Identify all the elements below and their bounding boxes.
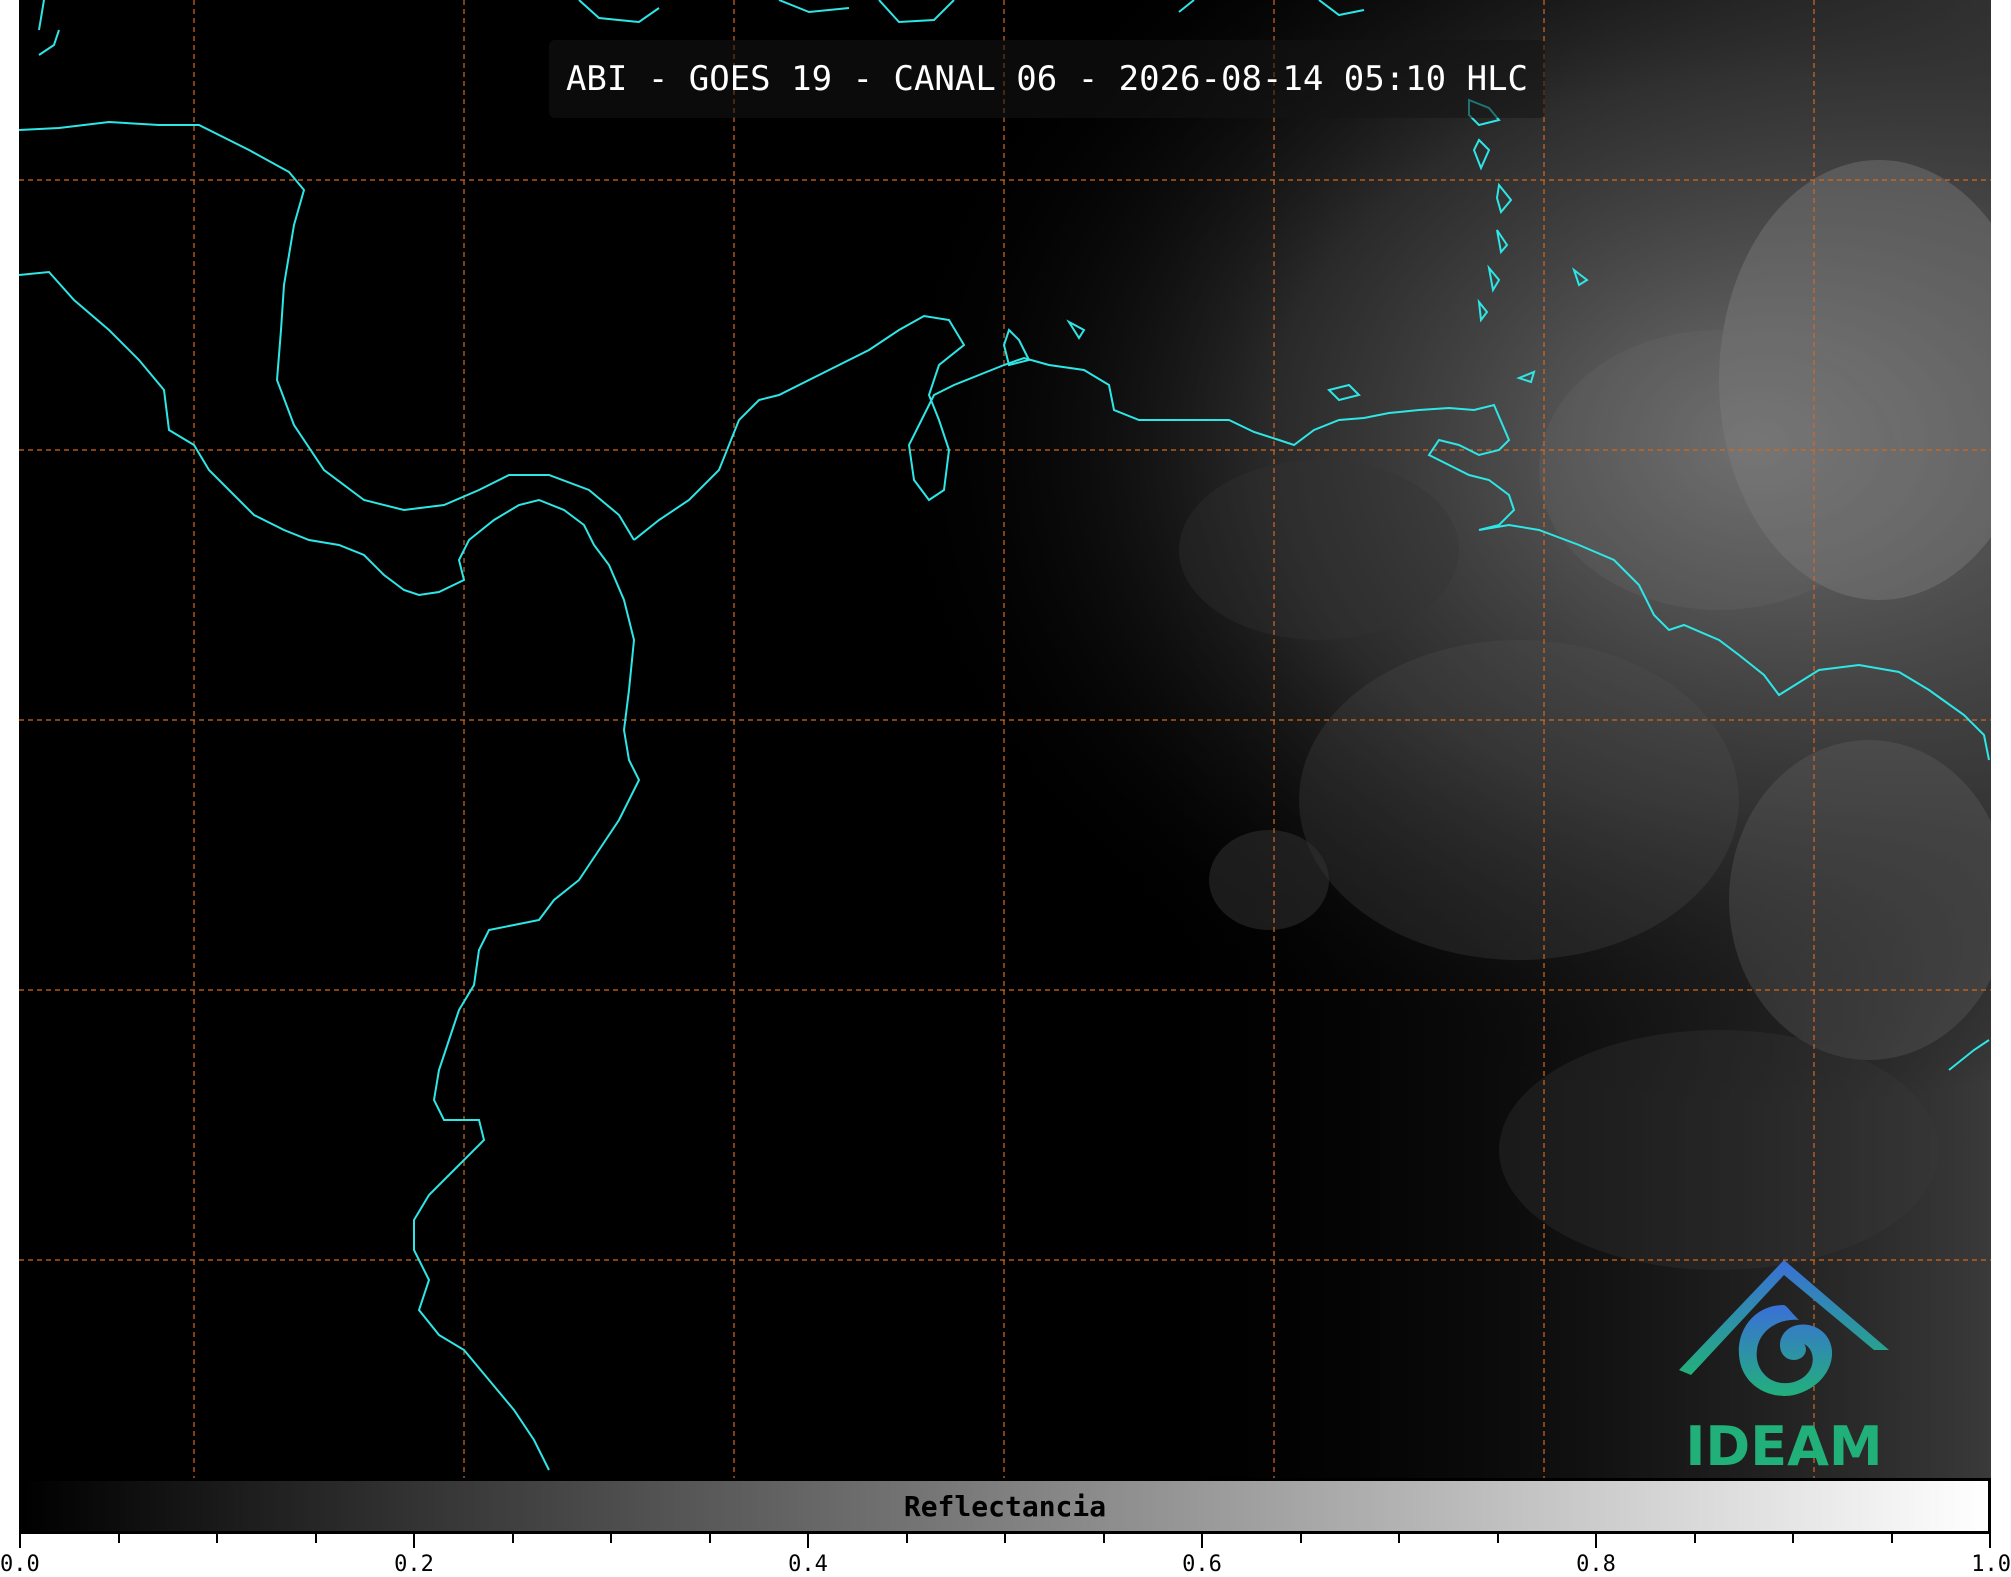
colorbar-label: Reflectancia <box>903 1489 1107 1523</box>
colorbar-tick <box>413 1534 415 1548</box>
colorbar-tick-label: 0.2 <box>394 1552 434 1577</box>
colorbar-tick <box>314 1534 317 1543</box>
colorbar-tick <box>1201 1534 1203 1548</box>
colorbar-tick <box>1792 1534 1794 1543</box>
colorbar-tick <box>1398 1534 1400 1543</box>
colorbar-tick-label: 0.8 <box>1576 1552 1616 1577</box>
colorbar-tick <box>511 1534 514 1543</box>
title-panel: ABI - GOES 19 - CANAL 06 - 2026-08-14 05… <box>549 40 1545 118</box>
ideam-logo-text: IDEAM <box>1685 1415 1883 1478</box>
colorbar-axis: 0.0 0.2 0.4 0.6 0.8 1.0 <box>0 1534 2011 1577</box>
colorbar-tick <box>807 1534 809 1548</box>
colorbar-tick <box>1299 1534 1302 1543</box>
colorbar-tick-label: 0.0 <box>0 1552 40 1577</box>
ideam-logo: IDEAM <box>1659 1250 1909 1478</box>
ideam-logo-icon <box>1679 1260 1889 1396</box>
colorbar-tick-label: 0.4 <box>788 1552 828 1577</box>
colorbar-tick <box>1693 1534 1696 1543</box>
colorbar-tick <box>905 1534 908 1543</box>
colorbar-tick <box>1496 1534 1499 1543</box>
colorbar-tick <box>1595 1534 1597 1548</box>
colorbar-tick <box>19 1534 21 1548</box>
colorbar-tick-label: 1.0 <box>1971 1552 2011 1577</box>
colorbar: Reflectancia <box>19 1478 1991 1534</box>
colorbar-tick <box>216 1534 218 1543</box>
colorbar-tick <box>610 1534 612 1543</box>
colorbar-tick-label: 0.6 <box>1182 1552 1222 1577</box>
colorbar-tick <box>1890 1534 1893 1543</box>
map-title: ABI - GOES 19 - CANAL 06 - 2026-08-14 05… <box>565 59 1529 99</box>
colorbar-tick <box>117 1534 120 1543</box>
colorbar-tick <box>1102 1534 1105 1543</box>
colorbar-tick <box>1004 1534 1006 1543</box>
colorbar-tick <box>1989 1534 1991 1548</box>
satellite-map[interactable]: ABI - GOES 19 - CANAL 06 - 2026-08-14 05… <box>19 0 1991 1478</box>
colorbar-tick <box>708 1534 711 1543</box>
